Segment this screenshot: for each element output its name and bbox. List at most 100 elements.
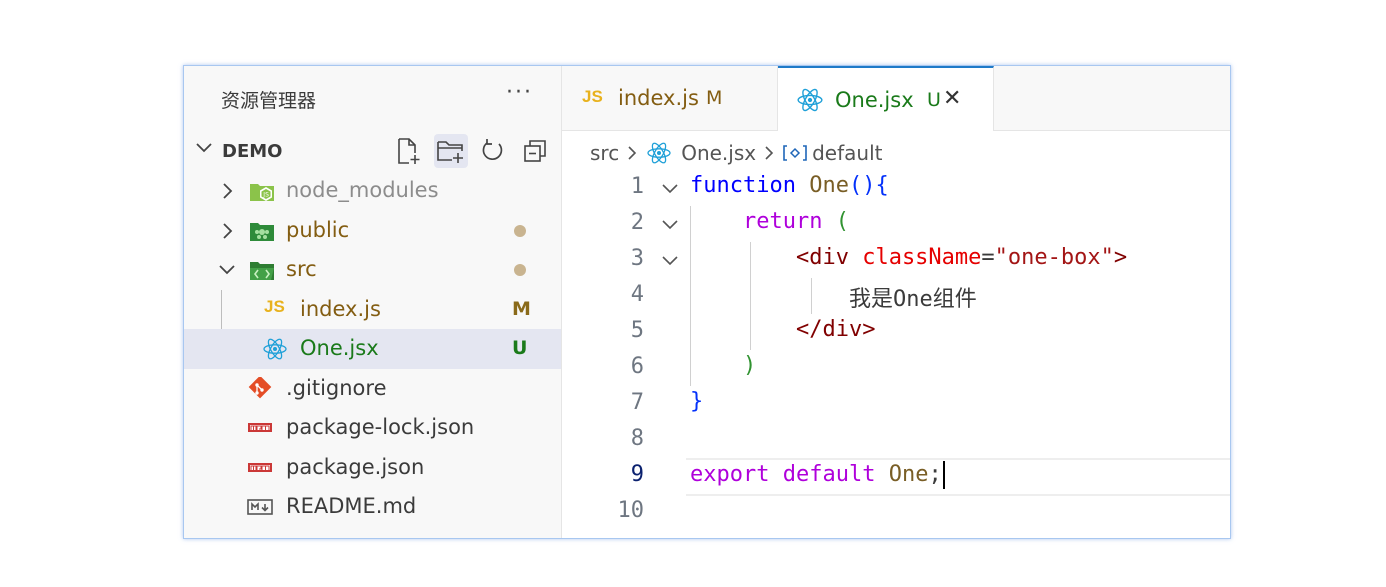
tree-item-public[interactable]: public — [184, 211, 561, 251]
js-icon: JS — [264, 296, 285, 316]
code-line-current: 9 export default One; — [562, 458, 1230, 496]
tree-item-index-js[interactable]: JS index.js M — [184, 290, 561, 330]
punctuation: ; — [928, 462, 942, 487]
keyword: export — [690, 462, 770, 487]
line-number: 1 — [630, 174, 644, 199]
tab-bar: JS index.js M One.jsx U ✕ — [562, 66, 1230, 131]
tree-item-readme[interactable]: README.md — [184, 487, 561, 527]
svg-text:JS: JS — [262, 192, 269, 199]
refresh-button[interactable] — [476, 134, 510, 168]
tab-badge: U — [927, 89, 941, 111]
keyword: default — [782, 462, 876, 487]
line-number: 6 — [630, 354, 644, 379]
chevron-down-icon[interactable] — [660, 178, 680, 198]
punctuation: ( — [835, 209, 849, 234]
vscode-window: 资源管理器 ··· DEMO JS node_modules public sr… — [183, 65, 1231, 539]
tab-label: index.js — [618, 86, 699, 110]
chevron-right-icon — [765, 146, 774, 160]
explorer-title: 资源管理器 — [221, 90, 317, 112]
code-line: 5 </div> — [562, 314, 1230, 350]
tree-item-label: .gitignore — [286, 375, 387, 400]
js-icon: JS — [582, 87, 603, 106]
identifier: One — [809, 173, 849, 198]
new-folder-icon — [437, 141, 463, 163]
tree-item-package-lock[interactable]: package-lock.json — [184, 408, 561, 448]
punctuation: } — [690, 389, 704, 414]
code-line: 8 — [562, 422, 1230, 458]
jsx-tag: <div — [795, 245, 849, 270]
tree-item-one-jsx[interactable]: One.jsx U — [184, 329, 561, 369]
identifier: One — [888, 462, 929, 487]
new-folder-button[interactable] — [434, 134, 468, 168]
operator: = — [981, 245, 995, 270]
tab-badge: M — [706, 87, 723, 109]
jsx-tag: > — [1113, 245, 1128, 270]
tree-item-node-modules[interactable]: JS node_modules — [184, 171, 561, 211]
breadcrumb-item[interactable]: default — [812, 141, 882, 165]
react-icon — [263, 338, 287, 360]
chevron-down-icon[interactable] — [660, 214, 680, 234]
code-line: 2 return ( — [562, 206, 1230, 242]
text-cursor — [942, 461, 945, 489]
breadcrumb: src One.jsx default — [590, 138, 882, 168]
line-number: 8 — [630, 426, 644, 451]
collapse-all-button[interactable] — [518, 134, 552, 168]
more-actions-button[interactable]: ··· — [506, 80, 533, 105]
tree-item-label: src — [286, 257, 317, 281]
new-file-button[interactable] — [392, 134, 426, 168]
file-tree: JS node_modules public src JS index.js M… — [184, 171, 561, 527]
react-icon — [647, 142, 671, 164]
new-file-icon — [398, 138, 420, 164]
line-number: 10 — [617, 498, 645, 523]
tab-one-jsx[interactable]: One.jsx U ✕ — [778, 66, 994, 131]
close-tab-button[interactable]: ✕ — [943, 86, 961, 111]
modified-dot — [514, 264, 526, 276]
src-folder-icon — [250, 262, 274, 280]
string: "one-box" — [994, 245, 1114, 270]
tree-item-label: One.jsx — [300, 336, 379, 360]
breadcrumb-item[interactable]: One.jsx — [681, 141, 756, 165]
code-line: 6 ) — [562, 350, 1230, 386]
tree-item-package-json[interactable]: package.json — [184, 448, 561, 488]
refresh-icon — [482, 139, 503, 160]
explorer-sidebar: 资源管理器 ··· DEMO JS node_modules public sr… — [184, 66, 562, 538]
chevron-down-icon[interactable] — [660, 250, 680, 270]
punctuation: ) — [742, 353, 757, 378]
code-line: 4 我是One组件 — [562, 278, 1230, 314]
keyword: return — [742, 209, 823, 234]
line-number: 9 — [630, 462, 644, 487]
code-editor[interactable]: 1 function One(){ 2 return ( 3 <div clas… — [562, 170, 1230, 530]
tab-label: One.jsx — [835, 88, 914, 112]
public-folder-icon — [250, 222, 274, 241]
code-line: 1 function One(){ — [562, 170, 1230, 206]
git-icon — [248, 376, 272, 398]
tree-item-label: index.js — [300, 296, 381, 321]
jsx-text: 我是One组件 — [848, 287, 977, 312]
breadcrumb-item[interactable]: src — [590, 141, 619, 165]
markdown-icon — [247, 499, 273, 515]
tab-index-js[interactable]: JS index.js M — [562, 66, 778, 130]
tree-item-label: node_modules — [286, 178, 439, 202]
npm-icon — [248, 462, 272, 472]
npm-icon — [248, 423, 272, 432]
chevron-down-icon — [196, 143, 212, 153]
jsx-attribute: className — [862, 245, 982, 270]
editor-area: JS index.js M One.jsx U ✕ src One.jsx de… — [562, 66, 1230, 538]
react-icon — [797, 88, 823, 112]
keyword: function — [690, 173, 796, 198]
line-number: 2 — [630, 210, 644, 235]
line-number: 3 — [630, 246, 644, 271]
tree-item-src[interactable]: src — [184, 250, 561, 290]
chevron-right-icon — [223, 183, 233, 199]
line-number: 4 — [630, 282, 644, 307]
git-status-badge: U — [512, 337, 528, 359]
tree-item-gitignore[interactable]: .gitignore — [184, 369, 561, 409]
tree-item-label: package.json — [286, 454, 425, 479]
code-line: 3 <div className="one-box"> — [562, 242, 1230, 278]
chevron-down-icon — [219, 265, 235, 275]
code-line: 7 } — [562, 386, 1230, 422]
chevron-right-icon — [628, 146, 637, 160]
tree-item-label: README.md — [286, 494, 417, 518]
punctuation: (){ — [848, 173, 889, 198]
project-header[interactable]: DEMO — [184, 130, 561, 168]
